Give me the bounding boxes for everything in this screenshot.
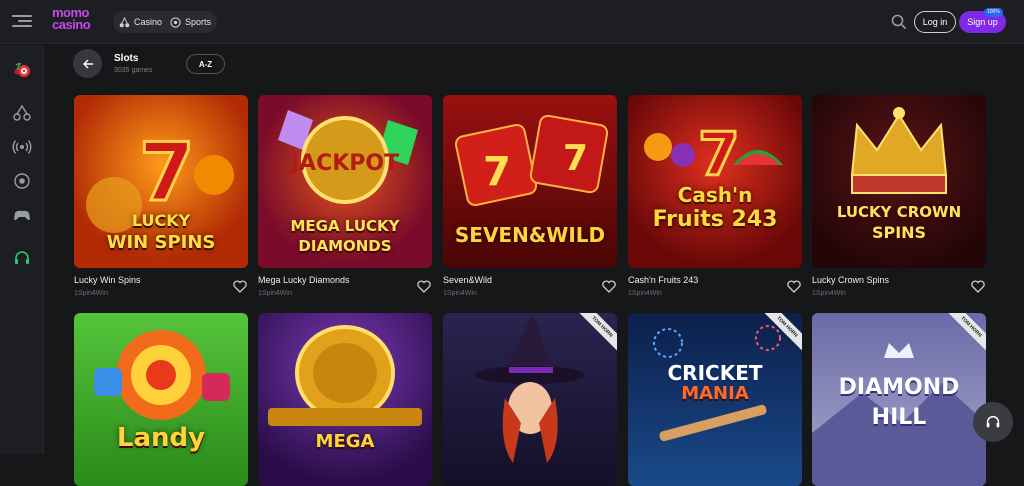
- game-card[interactable]: 7 LUCKY WIN SPINS Lucky Win Spins 1Spin4…: [74, 95, 248, 297]
- game-thumbnail[interactable]: CRICKET MANIA TOM HORN: [628, 313, 802, 486]
- heart-icon[interactable]: [417, 280, 431, 293]
- sidebar: [0, 45, 44, 454]
- nav-sports[interactable]: Sports: [170, 16, 212, 28]
- art-title-1: LUCKY: [131, 211, 191, 230]
- slot-art: 7: [644, 119, 783, 192]
- slot-art: [850, 107, 948, 194]
- game-card[interactable]: DIAMOND HILL TOM HORN: [812, 313, 986, 486]
- art-title-2: Fruits 243: [652, 207, 778, 232]
- logo[interactable]: momo casino: [52, 6, 102, 32]
- art-title-2: WIN SPINS: [106, 232, 216, 253]
- nav-casino[interactable]: Casino: [119, 16, 163, 28]
- game-thumbnail[interactable]: JACKPOT MEGA LUCKY DIAMONDS: [258, 95, 432, 268]
- svg-text:7: 7: [698, 120, 740, 190]
- game-card[interactable]: MEGA: [258, 313, 432, 486]
- game-card[interactable]: CRICKET MANIA TOM HORN: [628, 313, 802, 486]
- category-nav: Casino Sports: [113, 11, 218, 33]
- game-card[interactable]: LUCKY CROWN SPINS Lucky Crown Spins 1Spi…: [812, 95, 986, 297]
- game-provider: 1Spin4Win: [74, 290, 108, 297]
- game-provider: 1Spin4Win: [628, 290, 662, 297]
- game-thumbnail[interactable]: 7 7 SEVEN&WILD: [443, 95, 617, 268]
- game-card[interactable]: JACKPOT MEGA LUCKY DIAMONDS Mega Lucky D…: [258, 95, 432, 297]
- game-provider: 1Spin4Win: [258, 290, 292, 297]
- menu-icon[interactable]: [12, 12, 32, 32]
- game-thumbnail[interactable]: LUCKY CROWN SPINS: [812, 95, 986, 268]
- game-thumbnail[interactable]: DIAMOND HILL TOM HORN: [812, 313, 986, 486]
- headset-icon: [986, 415, 1000, 428]
- heart-icon[interactable]: [233, 280, 247, 293]
- login-button[interactable]: Log in: [914, 11, 956, 33]
- art-title-1: MEGA: [315, 431, 375, 452]
- heart-icon[interactable]: [971, 280, 985, 293]
- art-title-2: SPINS: [871, 223, 927, 242]
- art-title-1: LUCKY CROWN: [836, 203, 962, 221]
- game-thumbnail[interactable]: 7 Cash'n Fruits 243: [628, 95, 802, 268]
- svg-text:7: 7: [139, 126, 195, 219]
- slot-art: [268, 325, 422, 426]
- support-chat-button[interactable]: [973, 402, 1013, 442]
- nav-sports-label: Sports: [185, 17, 212, 27]
- sort-az-button[interactable]: A-Z: [186, 54, 225, 74]
- game-card[interactable]: Landy: [74, 313, 248, 486]
- game-card[interactable]: TOM HORN: [443, 313, 617, 486]
- art-title-1: Cash'n: [677, 183, 753, 207]
- headset-icon[interactable]: [12, 248, 32, 268]
- art-title-2: MANIA: [681, 383, 749, 404]
- fruits-icon[interactable]: [12, 60, 32, 80]
- slot-art: [94, 330, 230, 420]
- art-title-1: SEVEN&WILD: [454, 223, 606, 247]
- game-thumbnail[interactable]: 7 LUCKY WIN SPINS: [74, 95, 248, 268]
- cherry-icon: [119, 16, 130, 27]
- game-provider: 1Spin4Win: [812, 290, 846, 297]
- art-title-1: Landy: [116, 423, 206, 453]
- art-title-1: CRICKET: [667, 361, 763, 385]
- ball-icon: [170, 16, 181, 28]
- game-provider: 1Spin4Win: [443, 290, 477, 297]
- game-thumbnail[interactable]: MEGA: [258, 313, 432, 486]
- art-title-1: MEGA LUCKY: [290, 217, 400, 235]
- live-icon[interactable]: [12, 137, 32, 157]
- gamepad-icon[interactable]: [12, 205, 32, 225]
- slot-art: [475, 313, 585, 463]
- arrow-left-icon: [82, 59, 93, 68]
- back-button[interactable]: [73, 49, 102, 78]
- art-title-1: DIAMOND: [838, 375, 960, 400]
- heart-icon[interactable]: [787, 280, 801, 293]
- page-title: Slots: [114, 53, 139, 64]
- game-thumbnail[interactable]: TOM HORN: [443, 313, 617, 486]
- top-bar: momo casino Casino Sports Log in Sign up…: [0, 0, 1024, 44]
- game-name[interactable]: Seven&Wild: [443, 275, 492, 285]
- game-name[interactable]: Lucky Crown Spins: [812, 275, 889, 285]
- heart-icon[interactable]: [602, 280, 616, 293]
- game-card[interactable]: 7 Cash'n Fruits 243 Cash'n Fruits 243 1S…: [628, 95, 802, 297]
- search-icon[interactable]: [890, 13, 908, 31]
- art-title-2: HILL: [871, 405, 927, 430]
- nav-casino-label: Casino: [134, 17, 163, 27]
- game-name[interactable]: Mega Lucky Diamonds: [258, 275, 350, 285]
- svg-text:7: 7: [563, 138, 588, 179]
- soccer-icon[interactable]: [12, 171, 32, 191]
- signup-bonus-badge: 100%: [984, 8, 1003, 17]
- game-thumbnail[interactable]: Landy: [74, 313, 248, 486]
- art-title-2: DIAMONDS: [298, 237, 392, 255]
- game-name[interactable]: Lucky Win Spins: [74, 275, 141, 285]
- logo-line2: casino: [52, 17, 91, 32]
- cherry-icon[interactable]: [12, 103, 32, 123]
- svg-text:JACKPOT: JACKPOT: [289, 151, 399, 176]
- game-name[interactable]: Cash'n Fruits 243: [628, 275, 698, 285]
- game-count: 3035 games: [114, 67, 153, 74]
- svg-text:7: 7: [483, 149, 511, 195]
- game-card[interactable]: 7 7 SEVEN&WILD Seven&Wild 1Spin4Win: [443, 95, 617, 297]
